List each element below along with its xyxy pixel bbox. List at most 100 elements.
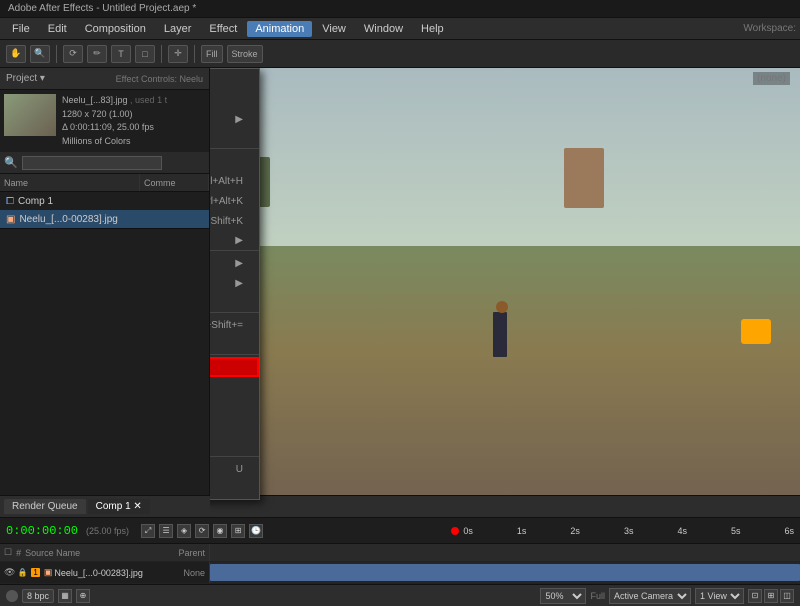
menu-edit[interactable]: Edit: [40, 21, 75, 37]
project-thumbnail: [4, 94, 56, 136]
menu-save-preset[interactable]: Save Animation Preset...: [210, 69, 259, 89]
scene: [210, 68, 800, 513]
menu-track-property[interactable]: Track this Property: [210, 437, 259, 457]
workspace-area-label: (none): [753, 72, 790, 85]
menu-animate-text[interactable]: Animate Text▶: [210, 253, 259, 273]
track-header-row: ☐ # Source Name Parent: [0, 544, 800, 562]
project-search-input[interactable]: [22, 156, 162, 170]
time-display[interactable]: 0:00:00:00: [6, 524, 78, 538]
main-area: Project ▾ Effect Controls: Neelu Neelu_[…: [0, 68, 800, 513]
menu-track-camera[interactable]: Track Camera: [210, 357, 259, 377]
timeline-btn-4[interactable]: ⟳: [195, 524, 209, 538]
menu-separate-dimensions[interactable]: Separate Dimensions: [210, 335, 259, 355]
timeline-marker-6s: 6s: [784, 526, 794, 536]
comp1-tab[interactable]: Comp 1 ✕: [88, 499, 150, 514]
timeline-controls: 0:00:00:00 (25.00 fps) ⤢ ☰ ◈ ⟳ ◉ ⊞ 🕒 0s …: [0, 518, 800, 544]
project-file-details: Neelu_[...83].jpg , used 1 t 1280 x 720 …: [62, 94, 167, 148]
track-file-name: Neelu_[...0-00283].jpg: [54, 568, 143, 578]
menu-track-motion[interactable]: Track Motion: [210, 417, 259, 437]
timeline-marker-2s: 2s: [570, 526, 580, 536]
menu-keyframe-assistant[interactable]: Keyframe Assistant▶: [210, 231, 259, 251]
timeline-bottom-right: 50% 100% 25% Full Active Camera 1 View ⊡…: [540, 588, 794, 604]
pen-tool-btn[interactable]: ✏: [87, 45, 107, 63]
timeline-btn-3[interactable]: ◈: [177, 524, 191, 538]
anchor-tool-btn[interactable]: ✛: [168, 45, 188, 63]
menu-help[interactable]: Help: [413, 21, 452, 37]
menu-browse-presets[interactable]: Browse Presets...: [210, 129, 259, 149]
camera-tool-btn[interactable]: ⟳: [63, 45, 83, 63]
project-panel-header: Project ▾ Effect Controls: Neelu: [0, 68, 209, 90]
view-icon-3[interactable]: ◫: [780, 589, 794, 603]
menu-keyframe-velocity[interactable]: Keyframe Velocity...Ctrl+Shift+K: [210, 211, 259, 231]
menu-recent-presets[interactable]: Recent Animation Presets▶: [210, 109, 259, 129]
timeline-btn-6[interactable]: ⊞: [231, 524, 245, 538]
menu-add-keyframe[interactable]: Add Keyframe: [210, 151, 259, 171]
track-audio-icon[interactable]: 🔒: [17, 568, 27, 577]
track-file-icon: ▣: [44, 567, 53, 578]
col-source: Source Name: [25, 548, 80, 558]
track-bar: [210, 564, 800, 581]
menu-layer[interactable]: Layer: [156, 21, 200, 37]
fill-btn[interactable]: Fill: [201, 45, 223, 63]
file-list-header: Name Comme: [0, 174, 209, 192]
menu-reveal-animating[interactable]: Reveal Animating PropertiesU: [210, 459, 259, 479]
title-bar: Adobe After Effects - Untitled Project.a…: [0, 0, 800, 18]
fps-display: (25.00 fps): [86, 526, 129, 536]
timeline-extra-btn1[interactable]: ▦: [58, 589, 72, 603]
menu-apply-preset[interactable]: Apply Animation Preset...: [210, 89, 259, 109]
track-visibility-icon[interactable]: 👁: [4, 567, 15, 578]
timeline-btn-1[interactable]: ⤢: [141, 524, 155, 538]
bpc-display[interactable]: 8 bpc: [22, 589, 54, 603]
file-item-comp1[interactable]: ⧠ Comp 1: [0, 192, 209, 210]
menu-animation[interactable]: Animation: [247, 21, 312, 37]
track-timeline-area[interactable]: [210, 562, 800, 583]
view-icon-2[interactable]: ⊞: [764, 589, 778, 603]
timeline-btn-2[interactable]: ☰: [159, 524, 173, 538]
timeline-tabs-bar: Render Queue Comp 1 ✕: [0, 496, 800, 518]
comp-icon: ⧠: [6, 196, 14, 207]
menu-reveal-modified[interactable]: Reveal Modified Properties: [210, 479, 259, 499]
hand-tool-btn[interactable]: ✋: [6, 45, 26, 63]
zoom-select[interactable]: 50% 100% 25%: [540, 588, 586, 604]
image-name: Neelu_[...0-00283].jpg: [19, 214, 117, 225]
menu-track-mocha[interactable]: Track in mocha AE: [210, 377, 259, 397]
menu-window[interactable]: Window: [356, 21, 411, 37]
col-comment: Comme: [140, 174, 209, 191]
animation-dropdown-menu: Save Animation Preset... Apply Animation…: [210, 68, 260, 500]
timeline-extra-btn2[interactable]: ⊕: [76, 589, 90, 603]
text-tool-btn[interactable]: T: [111, 45, 131, 63]
search-icon: 🔍: [4, 156, 18, 169]
shape-tool-btn[interactable]: □: [135, 45, 155, 63]
menu-add-expression[interactable]: Add ExpressionAlt+Shift+=: [210, 315, 259, 335]
file-duration: Δ 0:00:11:09, 25.00 fps: [62, 121, 167, 135]
timeline-btn-5[interactable]: ◉: [213, 524, 227, 538]
menu-file[interactable]: File: [4, 21, 38, 37]
menu-composition[interactable]: Composition: [77, 21, 154, 37]
menu-add-text-selector[interactable]: Add Text Selector▶: [210, 273, 259, 293]
views-select[interactable]: 1 View: [695, 588, 744, 604]
menu-warp-stabilizer[interactable]: Warp Stabilizer: [210, 397, 259, 417]
project-tab[interactable]: Project ▾: [6, 73, 45, 84]
file-item-image[interactable]: ▣ Neelu_[...0-00283].jpg: [0, 210, 209, 228]
solo-btn[interactable]: [6, 590, 18, 602]
stroke-btn[interactable]: Stroke: [227, 45, 263, 63]
col-name: Name: [0, 174, 140, 191]
zoom-tool-btn[interactable]: 🔍: [30, 45, 50, 63]
canvas-area: (none) Save Animation Preset... Apply An…: [210, 68, 800, 513]
toolbar: ✋ 🔍 ⟳ ✏ T □ ✛ Fill Stroke: [0, 40, 800, 68]
track-header-labels: ☐ # Source Name Parent: [0, 544, 210, 561]
comp1-name: Comp 1: [18, 196, 53, 207]
menu-view[interactable]: View: [314, 21, 354, 37]
view-icon-1[interactable]: ⊡: [748, 589, 762, 603]
view-select[interactable]: Active Camera: [609, 588, 691, 604]
image-icon: ▣: [6, 214, 15, 225]
menu-keyframe-interp[interactable]: Keyframe Interpolation...Ctrl+Alt+K: [210, 191, 259, 211]
render-queue-tab[interactable]: Render Queue: [4, 499, 86, 514]
menu-remove-text-animators[interactable]: Remove All Text Animators: [210, 293, 259, 313]
menu-toggle-hold[interactable]: Toggle Hold KeyframeCtrl+Alt+H: [210, 171, 259, 191]
timeline-right-controls: 0s 1s 2s 3s 4s 5s 6s: [451, 526, 794, 536]
menu-effect[interactable]: Effect: [201, 21, 245, 37]
timeline-marker-1s: 1s: [517, 526, 527, 536]
timeline-btn-7[interactable]: 🕒: [249, 524, 263, 538]
panel-lower-area: [0, 228, 209, 513]
